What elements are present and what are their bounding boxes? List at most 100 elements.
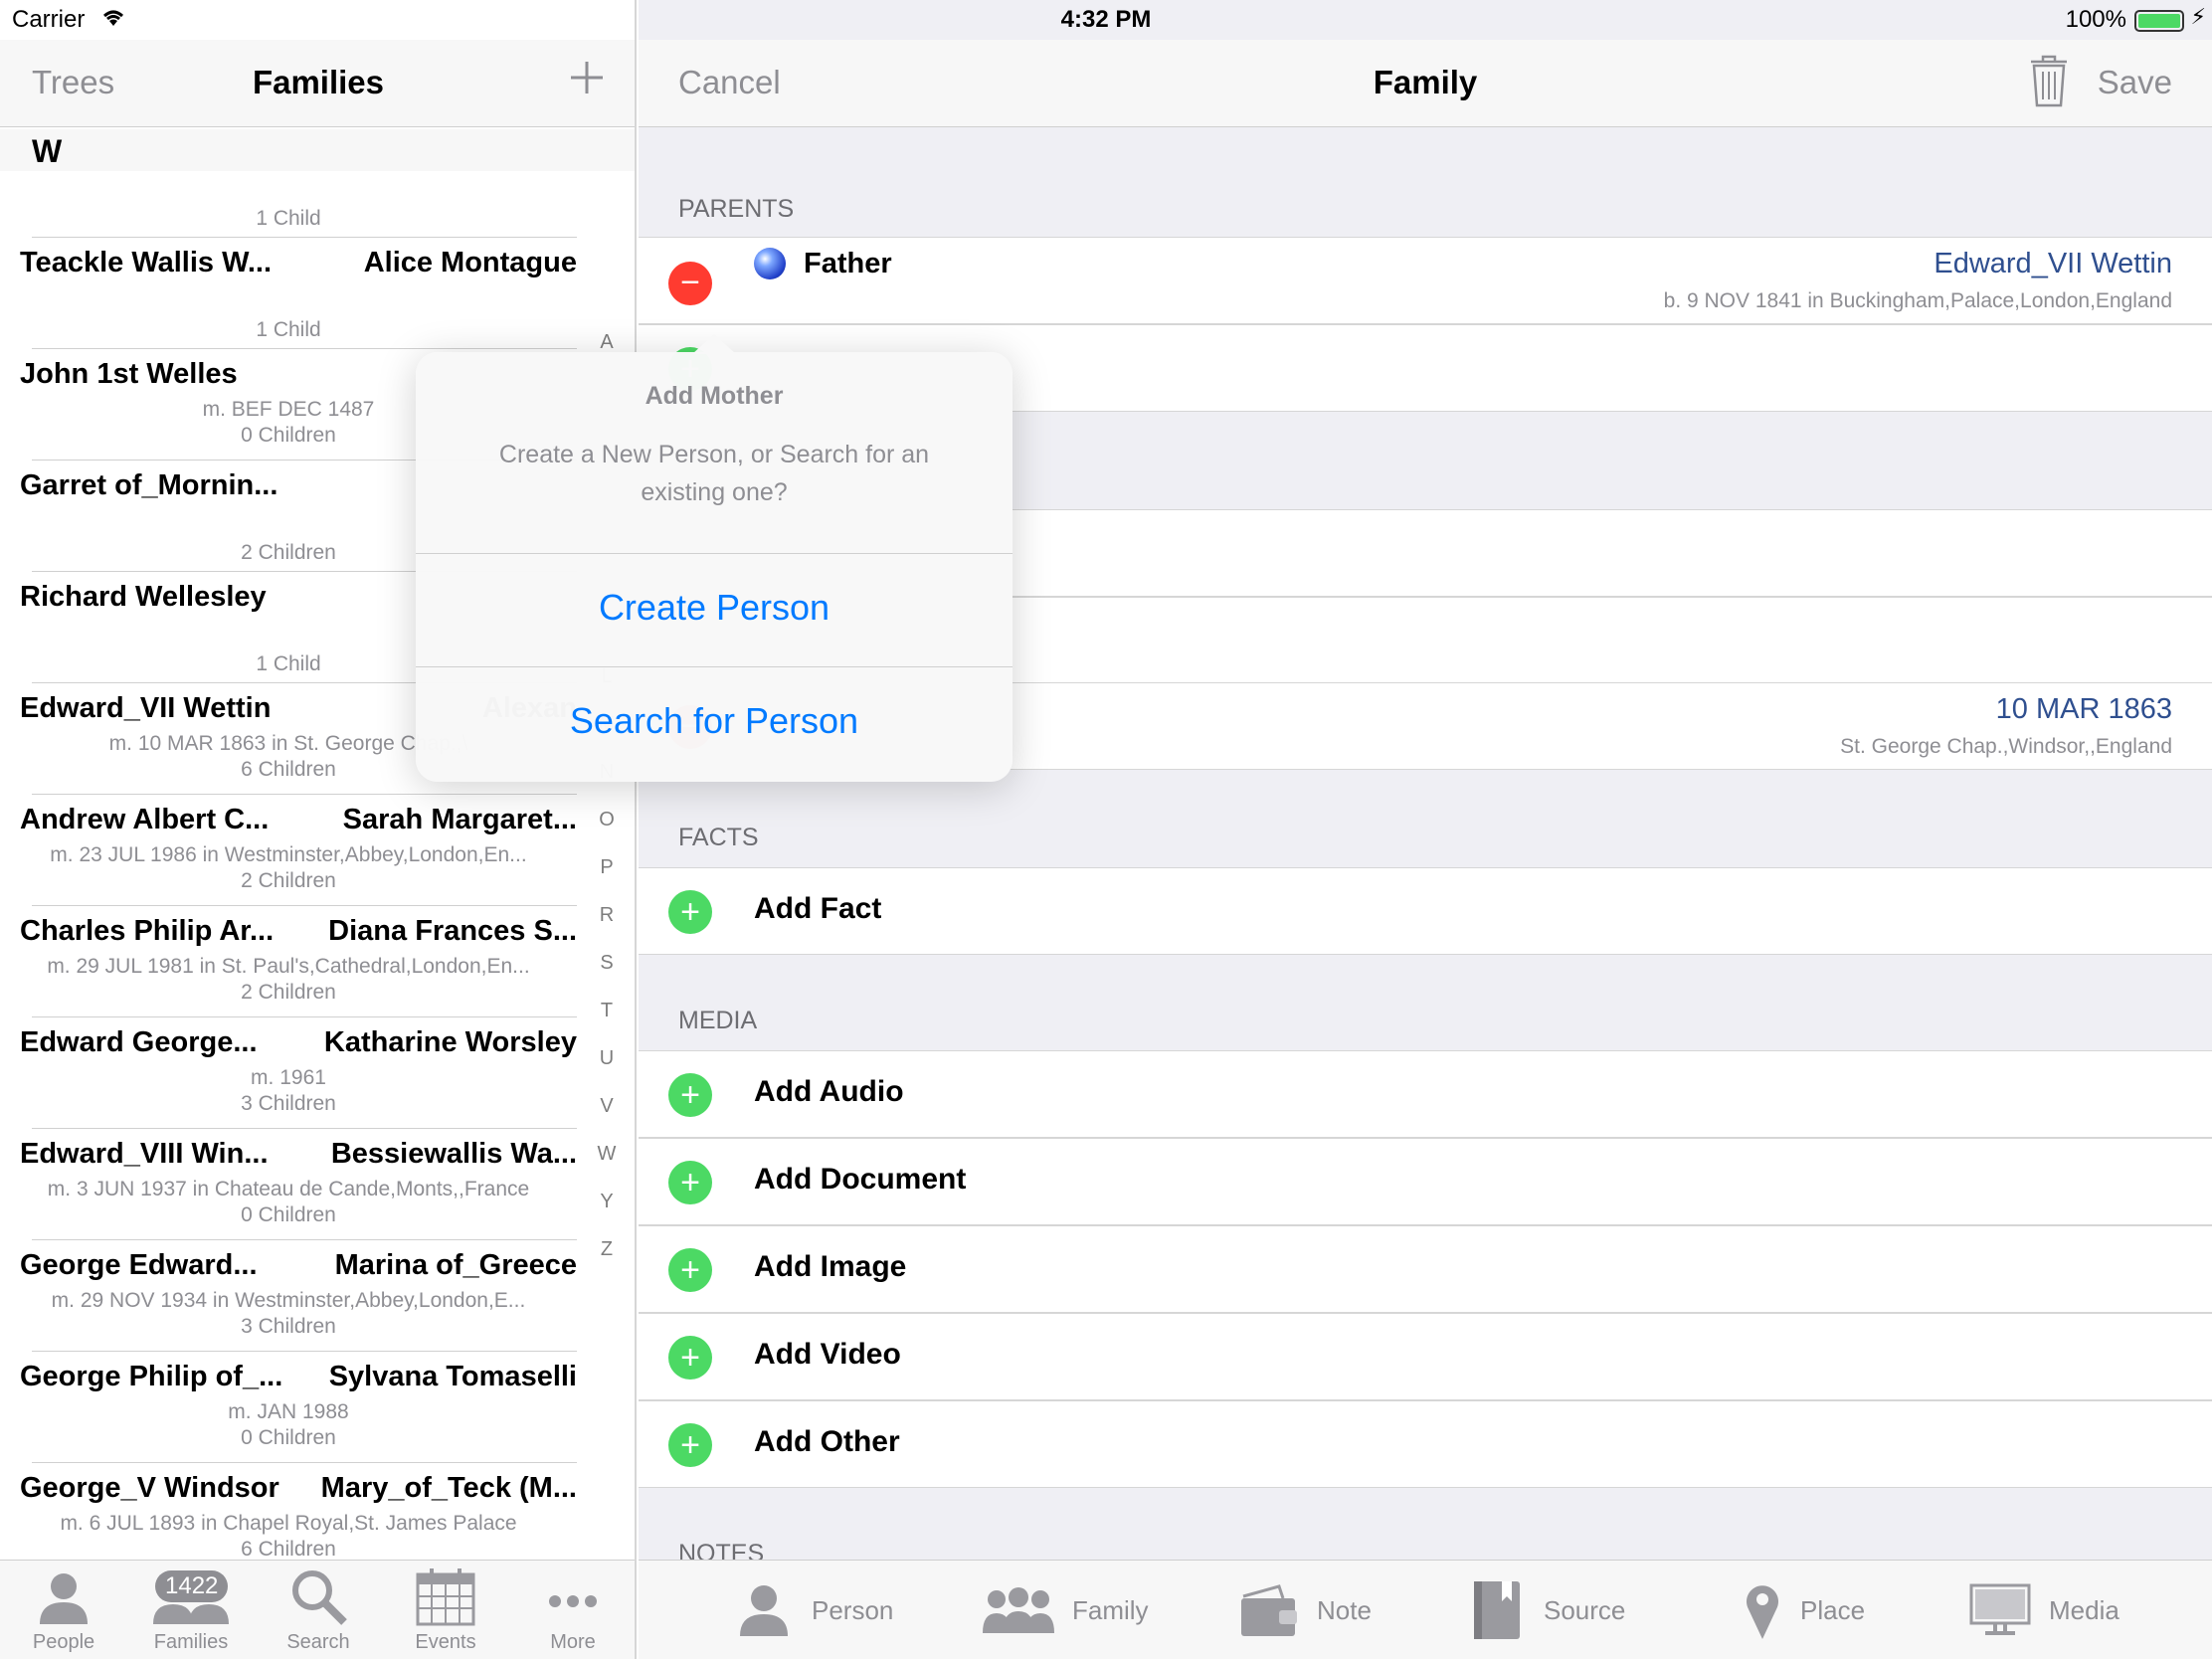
- add-image-row[interactable]: + Add Image: [639, 1225, 2212, 1313]
- add-image-icon: +: [668, 1248, 712, 1292]
- marriage-info: m. 6 JUL 1893 in Chapel Royal,St. James …: [60, 1512, 517, 1535]
- wife-name: Bessiewallis Wa...: [330, 1138, 577, 1170]
- popover-arrow: [692, 334, 736, 354]
- row-separator: [32, 1462, 577, 1463]
- marriage-place: St. George Chap.,Windsor,,England: [1840, 735, 2172, 758]
- search-for-person-button[interactable]: Search for Person: [416, 700, 1013, 742]
- index-letter[interactable]: S: [593, 939, 621, 987]
- toolbar-family-button[interactable]: Family: [983, 1561, 1149, 1659]
- toolbar-person-button[interactable]: Person: [734, 1561, 893, 1659]
- row-separator: [32, 237, 577, 238]
- toolbar-place-button[interactable]: Place: [1743, 1561, 1865, 1659]
- families-count-badge: 1422: [155, 1570, 229, 1602]
- husband-name: Garret of_Mornin...: [20, 469, 278, 501]
- husband-name: George Philip of_...: [20, 1361, 283, 1392]
- toolbar-media-button[interactable]: Media: [1969, 1561, 2120, 1659]
- tab-people[interactable]: People: [0, 1561, 127, 1659]
- wife-name: Alice Montague: [363, 247, 577, 278]
- children-count: 3 Children: [241, 1315, 336, 1338]
- tab-bar: People 1422 Families Search Events More: [0, 1560, 635, 1659]
- family-row[interactable]: m. 29 JUL 1981 in St. Paul's,Cathedral,L…: [0, 951, 587, 1062]
- marriage-info: m. 23 JUL 1986 in Westminster,Abbey,Lond…: [50, 843, 527, 866]
- source-icon: [1472, 1579, 1526, 1641]
- index-letter[interactable]: Z: [593, 1225, 621, 1273]
- media-header: MEDIA: [678, 1007, 758, 1034]
- row-separator: [32, 1016, 577, 1017]
- add-audio-label: Add Audio: [754, 1075, 904, 1108]
- clock: 4:32 PM: [1060, 6, 1152, 33]
- tab-events[interactable]: Events: [382, 1561, 509, 1659]
- husband-name: Edward_VII Wettin: [20, 692, 272, 724]
- toolbar-note-button[interactable]: Note: [1239, 1561, 1372, 1659]
- index-letter[interactable]: V: [593, 1082, 621, 1130]
- husband-name: Edward_VIII Win...: [20, 1138, 269, 1170]
- calendar-icon: [382, 1561, 509, 1626]
- add-video-row[interactable]: + Add Video: [639, 1313, 2212, 1400]
- index-letter[interactable]: Y: [593, 1178, 621, 1225]
- husband-name: Edward George...: [20, 1026, 258, 1058]
- note-icon: [1239, 1582, 1299, 1638]
- remove-father-button[interactable]: −: [668, 262, 712, 305]
- index-letter[interactable]: P: [593, 843, 621, 891]
- index-letter[interactable]: U: [593, 1034, 621, 1082]
- trash-icon[interactable]: [2029, 54, 2069, 112]
- family-icon: [983, 1585, 1054, 1635]
- marriage-info: m. 3 JUN 1937 in Chateau de Cande,Monts,…: [47, 1178, 530, 1200]
- create-person-button[interactable]: Create Person: [416, 587, 1013, 629]
- index-letter[interactable]: T: [593, 987, 621, 1034]
- wife-name: Sarah Margaret...: [342, 804, 577, 835]
- add-fact-row[interactable]: + Add Fact: [639, 867, 2212, 955]
- marriage-info: m. 1961: [251, 1066, 326, 1089]
- add-document-label: Add Document: [754, 1163, 967, 1196]
- husband-name: George Edward...: [20, 1249, 258, 1281]
- save-button[interactable]: Save: [2098, 64, 2172, 101]
- index-letter[interactable]: O: [593, 796, 621, 843]
- add-family-button[interactable]: [567, 58, 607, 104]
- tab-more[interactable]: More: [509, 1561, 635, 1659]
- father-label: Father: [804, 248, 892, 279]
- add-toolbar: Person Family Note Source Place Media: [639, 1560, 2212, 1659]
- family-row[interactable]: m. 29 NOV 1934 in Westminster,Abbey,Lond…: [0, 1285, 587, 1396]
- marriage-info: m. JAN 1988: [228, 1400, 349, 1423]
- father-row[interactable]: − Father Edward_VII Wettin b. 9 NOV 1841…: [639, 237, 2212, 324]
- media-monitor-icon: [1969, 1583, 2031, 1637]
- father-name: Edward_VII Wettin: [1934, 248, 2172, 279]
- add-fact-icon: +: [668, 890, 712, 934]
- parents-header: PARENTS: [678, 195, 795, 223]
- children-count: 1 Child: [256, 318, 321, 341]
- popover-message: Create a New Person, or Search for an ex…: [498, 441, 930, 506]
- family-nav-bar: Cancel Family Save: [639, 40, 2212, 127]
- family-row[interactable]: m. JAN 1988 0 Children George_V Windsor Mar…: [0, 1396, 587, 1508]
- toolbar-source-button[interactable]: Source: [1472, 1561, 1625, 1659]
- children-count: 0 Children: [241, 1203, 336, 1226]
- popover-divider: [416, 553, 1013, 554]
- wife-name: Mary_of_Teck (M...: [320, 1472, 577, 1504]
- add-audio-icon: +: [668, 1073, 712, 1117]
- tab-families[interactable]: 1422 Families: [127, 1561, 255, 1659]
- family-row[interactable]: m. 3 JUN 1937 in Chateau de Cande,Monts,…: [0, 1174, 587, 1285]
- wife-name: Marina of_Greece: [334, 1249, 577, 1281]
- wife-name: Sylvana Tomaselli: [328, 1361, 577, 1392]
- wife-name: Katharine Worsley: [323, 1026, 577, 1058]
- add-other-label: Add Other: [754, 1425, 900, 1458]
- person-icon: [734, 1582, 794, 1638]
- wife-name: Diana Frances S...: [328, 915, 577, 947]
- add-other-row[interactable]: + Add Other: [639, 1400, 2212, 1488]
- plus-icon: [571, 62, 603, 93]
- family-row[interactable]: m. 1961 3 Children Edward_VIII Win... Bessi…: [0, 1062, 587, 1174]
- popover-title: Add Mother: [645, 382, 784, 410]
- add-audio-row[interactable]: + Add Audio: [639, 1050, 2212, 1138]
- index-letter[interactable]: R: [593, 891, 621, 939]
- husband-name: John 1st Welles: [20, 358, 238, 390]
- tab-search[interactable]: Search: [255, 1561, 382, 1659]
- families-title: Families: [252, 64, 385, 100]
- more-icon: [509, 1561, 635, 1626]
- add-document-row[interactable]: + Add Document: [639, 1138, 2212, 1225]
- add-video-icon: +: [668, 1336, 712, 1380]
- family-row[interactable]: m. 23 JUL 1986 in Westminster,Abbey,Lond…: [0, 839, 587, 951]
- index-letter[interactable]: W: [593, 1130, 621, 1178]
- row-separator: [32, 1128, 577, 1129]
- children-count: 1 Child: [256, 207, 321, 230]
- family-row[interactable]: 1 Child Teackle Wallis W... Alice Montague: [0, 171, 587, 282]
- marriage-date: 10 MAR 1863: [1995, 693, 2172, 725]
